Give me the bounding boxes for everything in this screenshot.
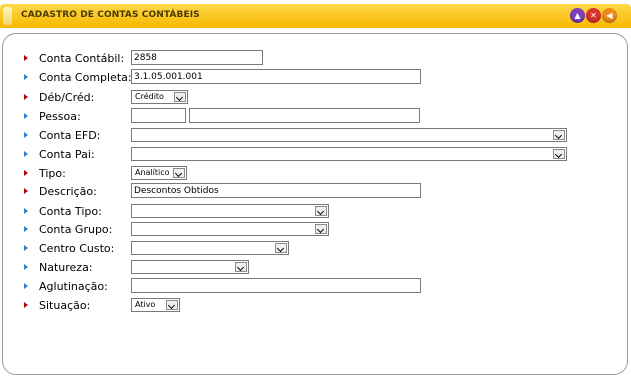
aglutinacao-label: Aglutinação:	[39, 280, 108, 293]
conta-contabil-label: Conta Contábil:	[39, 52, 125, 65]
situacao-select[interactable]: Ativo	[131, 298, 180, 312]
tipo-label: Tipo:	[39, 167, 66, 180]
aglutinacao-input[interactable]	[131, 278, 421, 293]
optional-marker-icon	[24, 74, 28, 80]
chevron-down-icon	[173, 168, 185, 178]
window-titlebar: CADASTRO DE CONTAS CONTÁBEIS ▲ ✕ ◀	[0, 4, 631, 28]
optional-marker-icon	[24, 226, 28, 232]
chevron-down-icon	[235, 262, 247, 272]
conta-grupo-label: Conta Grupo:	[39, 223, 113, 236]
centro-custo-select[interactable]	[131, 241, 289, 255]
window-title: CADASTRO DE CONTAS CONTÁBEIS	[21, 10, 200, 20]
situacao-value: Ativo	[135, 300, 156, 309]
deb-cred-label: Déb/Créd:	[39, 91, 95, 104]
arrow-up-icon[interactable]: ▲	[570, 8, 585, 23]
natureza-select[interactable]	[131, 260, 249, 274]
pessoa-label: Pessoa:	[39, 110, 81, 123]
required-marker-icon	[24, 94, 28, 100]
conta-pai-label: Conta Pai:	[39, 148, 95, 161]
chevron-down-icon	[315, 206, 327, 216]
situacao-label: Situação:	[39, 299, 91, 312]
deb-cred-select[interactable]: Crédito	[131, 90, 188, 104]
chevron-down-icon	[174, 92, 186, 102]
close-icon[interactable]: ✕	[586, 8, 601, 23]
required-marker-icon	[24, 55, 28, 61]
chevron-down-icon	[553, 149, 565, 159]
tipo-select[interactable]: Analítico	[131, 166, 187, 180]
optional-marker-icon	[24, 208, 28, 214]
chevron-down-icon	[553, 130, 565, 140]
centro-custo-label: Centro Custo:	[39, 242, 115, 255]
optional-marker-icon	[24, 151, 28, 157]
conta-contabil-input[interactable]: 2858	[131, 50, 263, 65]
chevron-down-icon	[275, 243, 287, 253]
arrow-left-icon[interactable]: ◀	[602, 8, 617, 23]
optional-marker-icon	[24, 113, 28, 119]
descricao-label: Descrição:	[39, 185, 97, 198]
conta-tipo-label: Conta Tipo:	[39, 205, 102, 218]
chevron-down-icon	[315, 224, 327, 234]
tipo-value: Analítico	[135, 168, 170, 177]
pessoa-code-input[interactable]	[131, 108, 186, 123]
required-marker-icon	[24, 170, 28, 176]
natureza-label: Natureza:	[39, 261, 93, 274]
conta-efd-select[interactable]	[131, 128, 567, 142]
conta-pai-select[interactable]	[131, 147, 567, 161]
conta-completa-input[interactable]: 3.1.05.001.001	[131, 69, 421, 84]
deb-cred-value: Crédito	[135, 92, 164, 101]
optional-marker-icon	[24, 264, 28, 270]
conta-tipo-select[interactable]	[131, 204, 329, 218]
conta-efd-label: Conta EFD:	[39, 129, 101, 142]
optional-marker-icon	[24, 283, 28, 289]
titlebar-grip	[3, 7, 12, 25]
conta-completa-label: Conta Completa:	[39, 71, 132, 84]
pessoa-name-input[interactable]	[189, 108, 420, 123]
required-marker-icon	[24, 302, 28, 308]
conta-grupo-select[interactable]	[131, 222, 329, 236]
required-marker-icon	[24, 188, 28, 194]
descricao-input[interactable]: Descontos Obtidos	[131, 183, 421, 198]
optional-marker-icon	[24, 245, 28, 251]
chevron-down-icon	[166, 300, 178, 310]
optional-marker-icon	[24, 132, 28, 138]
